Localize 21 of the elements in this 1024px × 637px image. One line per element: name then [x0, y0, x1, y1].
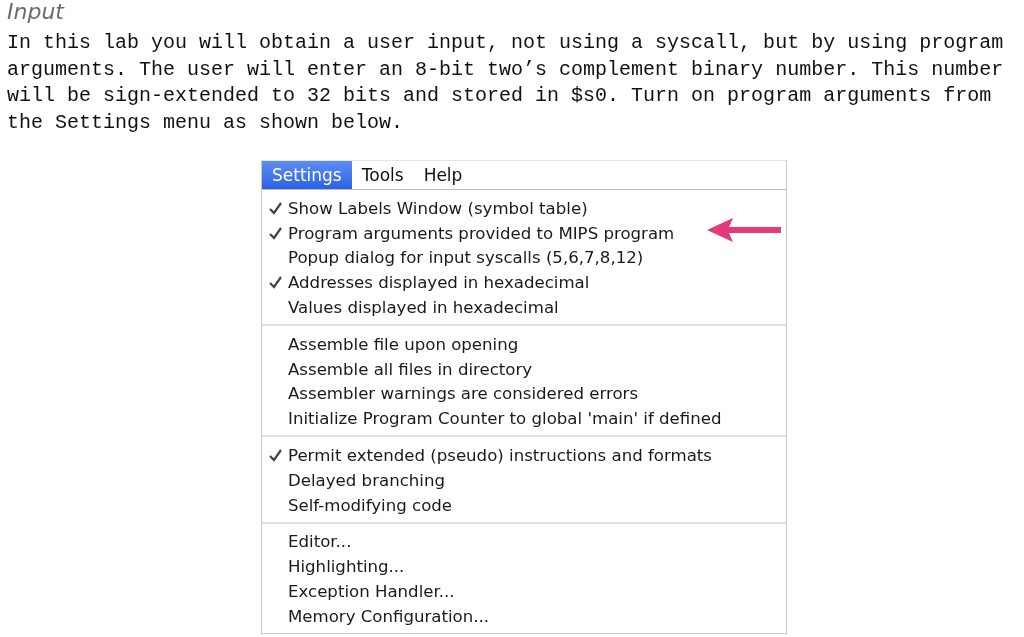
menu-item[interactable]: Permit extended (pseudo) instructions and formats — [262, 443, 786, 468]
menu-bar-item[interactable]: Settings — [262, 161, 352, 189]
menu-bar-item[interactable]: Tools — [351, 161, 414, 189]
menu-item[interactable]: Editor... — [262, 529, 786, 555]
menu-item[interactable]: Assemble file upon opening — [262, 332, 786, 357]
menu-item[interactable]: Delayed branching — [262, 467, 786, 493]
menu-item[interactable]: Show Labels Window (symbol table) — [262, 196, 786, 221]
menu-bar-item[interactable]: Help — [413, 161, 473, 189]
menu-item[interactable]: Exception Handler... — [262, 579, 786, 604]
menu-item[interactable]: Values displayed in hexadecimal — [262, 295, 786, 320]
menu-item[interactable]: Popup dialog for input syscalls (5,6,7,8,12) — [262, 245, 786, 271]
menu-item[interactable]: Highlighting... — [262, 554, 786, 580]
menu-item[interactable]: Self-modifying code — [262, 492, 786, 518]
menu-item[interactable]: Addresses displayed in hexadecimal — [262, 270, 786, 296]
instruction-paragraph: In this lab you will obtain a user input, not using a syscall, but by using program arguments. The user will enter an 8-bit two’s complement binary number. This number will be sign-extended to 32 bits and stored in $s0. Turn on program arguments from the Settings menu as shown below. — [7, 30, 1005, 136]
section-heading: Input — [7, 0, 64, 24]
menu-item[interactable]: Program arguments provided to MIPS program — [262, 220, 786, 246]
menu-item[interactable]: Initialize Program Counter to global 'main' if defined — [262, 406, 786, 432]
menu-item[interactable]: Assembler warnings are considered errors — [262, 381, 786, 407]
menu-item[interactable]: Memory Configuration... — [262, 603, 786, 629]
menu-item[interactable]: Assemble all files in directory — [262, 356, 786, 382]
